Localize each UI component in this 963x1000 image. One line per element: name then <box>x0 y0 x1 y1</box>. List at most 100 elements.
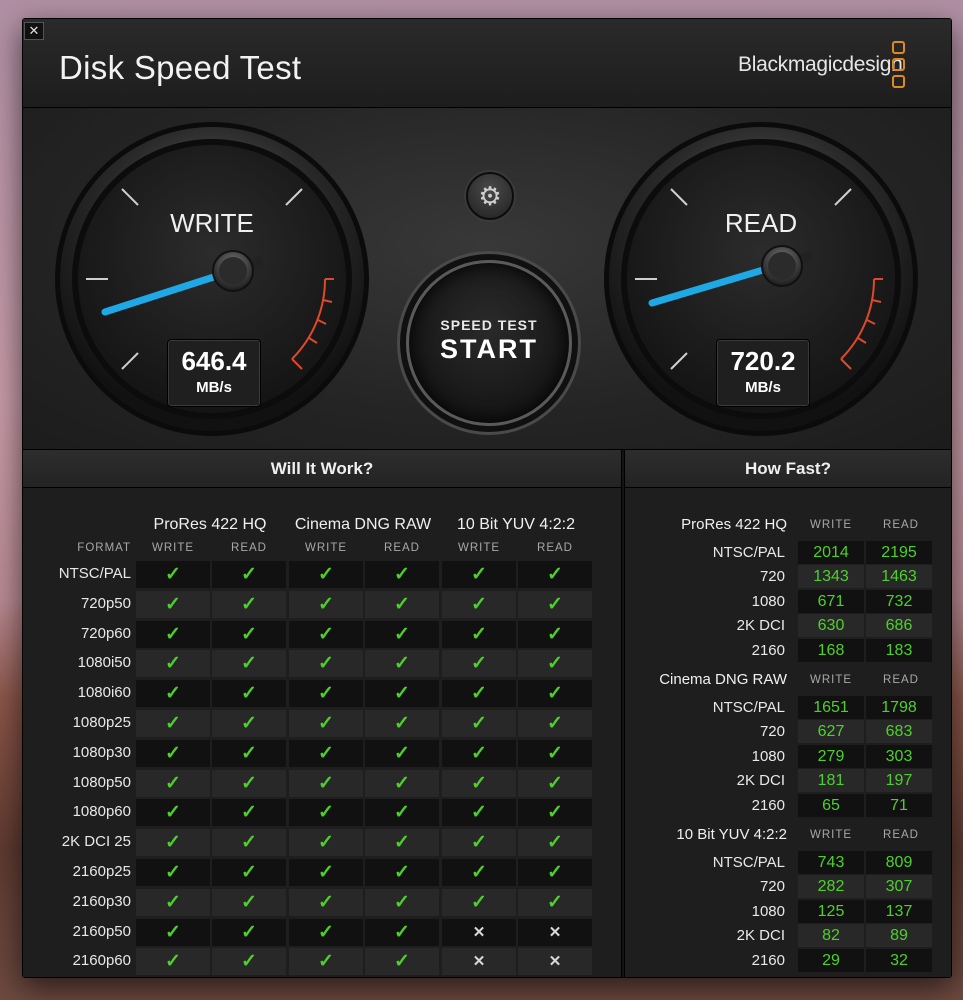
cross-icon: ✕ <box>442 948 516 976</box>
check-icon: ✓ <box>442 829 516 857</box>
how-fast-row-label: 1080 <box>751 592 785 610</box>
how-fast-row-label: NTSC/PAL <box>712 854 785 871</box>
check-icon: ✓ <box>212 561 286 588</box>
check-icon: ✓ <box>518 650 592 678</box>
check-icon: ✓ <box>518 710 592 737</box>
check-icon: ✓ <box>136 769 210 797</box>
read-column-header: READ <box>883 829 919 841</box>
format-row-label: 2K DCI 25 <box>61 833 131 851</box>
check-icon: ✓ <box>365 829 439 857</box>
check-icon: ✓ <box>518 620 592 648</box>
check-icon: ✓ <box>136 948 210 976</box>
read-speed-value: 720.2 <box>730 346 796 376</box>
write-speed-cell: 279 <box>798 744 864 768</box>
check-icon: ✓ <box>212 680 286 708</box>
logo-square-icon <box>892 41 905 54</box>
check-icon: ✓ <box>442 650 516 678</box>
read-column-header: READ <box>231 542 267 554</box>
how-fast-row-label: 720 <box>759 723 785 741</box>
format-row-label: 1080p30 <box>72 743 131 761</box>
check-icon: ✓ <box>442 620 516 648</box>
read-speed-cell: 303 <box>866 744 932 768</box>
write-speed-cell: 743 <box>798 851 864 874</box>
app-window: Disk Speed Test Blackmagicdesign WRITE 6… <box>22 18 952 978</box>
write-gauge-label: WRITE <box>170 208 254 238</box>
settings-button[interactable]: ⚙ <box>466 172 514 220</box>
check-icon: ✓ <box>289 620 363 648</box>
title-bar: Disk Speed Test Blackmagicdesign <box>23 19 951 108</box>
check-icon: ✓ <box>518 739 592 767</box>
check-icon: ✓ <box>212 769 286 797</box>
write-speed-readout: 646.4 MB/s <box>167 339 261 407</box>
check-icon: ✓ <box>442 859 516 886</box>
format-row-label: 1080p50 <box>72 773 131 791</box>
how-fast-group-title: 10 Bit YUV 4:2:2 <box>676 826 787 843</box>
check-icon: ✓ <box>136 650 210 678</box>
read-speed-unit: MB/s <box>745 379 781 396</box>
write-speed-cell: 627 <box>798 720 864 744</box>
check-icon: ✓ <box>365 918 439 946</box>
write-column-header: WRITE <box>809 674 853 686</box>
check-icon: ✓ <box>442 590 516 618</box>
write-speed-cell: 671 <box>798 589 864 613</box>
write-speed-cell: 82 <box>798 924 864 948</box>
check-icon: ✓ <box>289 859 363 886</box>
check-icon: ✓ <box>212 859 286 886</box>
how-fast-row-label: 2160 <box>751 951 785 969</box>
check-icon: ✓ <box>136 590 210 618</box>
read-speed-cell: 197 <box>866 769 932 793</box>
check-icon: ✓ <box>212 829 286 857</box>
format-row-label: 1080i50 <box>77 654 131 672</box>
check-icon: ✓ <box>212 799 286 827</box>
check-icon: ✓ <box>518 829 592 857</box>
start-button-caption: SPEED TEST <box>440 317 538 333</box>
check-icon: ✓ <box>442 888 516 916</box>
close-button[interactable]: ✕ <box>24 22 44 40</box>
how-fast-row-label: 2K DCI <box>736 772 785 790</box>
how-fast-row-label: 720 <box>759 568 785 586</box>
check-icon: ✓ <box>136 918 210 946</box>
check-icon: ✓ <box>136 710 210 737</box>
write-speed-unit: MB/s <box>196 379 232 396</box>
check-icon: ✓ <box>365 948 439 976</box>
check-icon: ✓ <box>136 888 210 916</box>
format-row-label: 720p60 <box>80 624 131 642</box>
write-gauge: WRITE 646.4 MB/s <box>53 120 371 438</box>
check-icon: ✓ <box>442 769 516 797</box>
how-fast-row-label: NTSC/PAL <box>712 544 785 561</box>
check-icon: ✓ <box>212 918 286 946</box>
how-fast-group-title: Cinema DNG RAW <box>659 671 787 688</box>
check-icon: ✓ <box>289 739 363 767</box>
check-icon: ✓ <box>212 739 286 767</box>
logo-square-icon <box>892 58 905 71</box>
speed-test-start-button[interactable]: SPEED TEST START <box>406 260 572 426</box>
read-column-header: READ <box>384 542 420 554</box>
check-icon: ✓ <box>136 859 210 886</box>
check-icon: ✓ <box>365 859 439 886</box>
group-title: ProRes 422 HQ <box>153 516 267 533</box>
write-column-header: WRITE <box>457 542 501 554</box>
write-speed-cell: 630 <box>798 614 864 638</box>
read-speed-cell: 732 <box>866 589 932 613</box>
check-icon: ✓ <box>442 739 516 767</box>
how-fast-row-label: 1080 <box>751 902 785 920</box>
will-it-work-title: Will It Work? <box>23 450 621 488</box>
how-fast-title: How Fast? <box>625 450 951 488</box>
read-column-header: READ <box>537 542 573 554</box>
check-icon: ✓ <box>136 739 210 767</box>
check-icon: ✓ <box>442 680 516 708</box>
read-speed-cell: 686 <box>866 614 932 638</box>
read-speed-cell: 307 <box>866 875 932 899</box>
check-icon: ✓ <box>289 799 363 827</box>
check-icon: ✓ <box>365 769 439 797</box>
cross-icon: ✕ <box>518 948 592 976</box>
read-speed-cell: 137 <box>866 899 932 923</box>
how-fast-row-label: 2160 <box>751 796 785 814</box>
check-icon: ✓ <box>518 799 592 827</box>
how-fast-row-label: 720 <box>759 878 785 896</box>
write-speed-cell: 29 <box>798 948 864 972</box>
check-icon: ✓ <box>212 710 286 737</box>
read-speed-cell: 1798 <box>866 696 932 719</box>
write-speed-cell: 282 <box>798 875 864 899</box>
how-fast-group-title: ProRes 422 HQ <box>681 516 787 533</box>
